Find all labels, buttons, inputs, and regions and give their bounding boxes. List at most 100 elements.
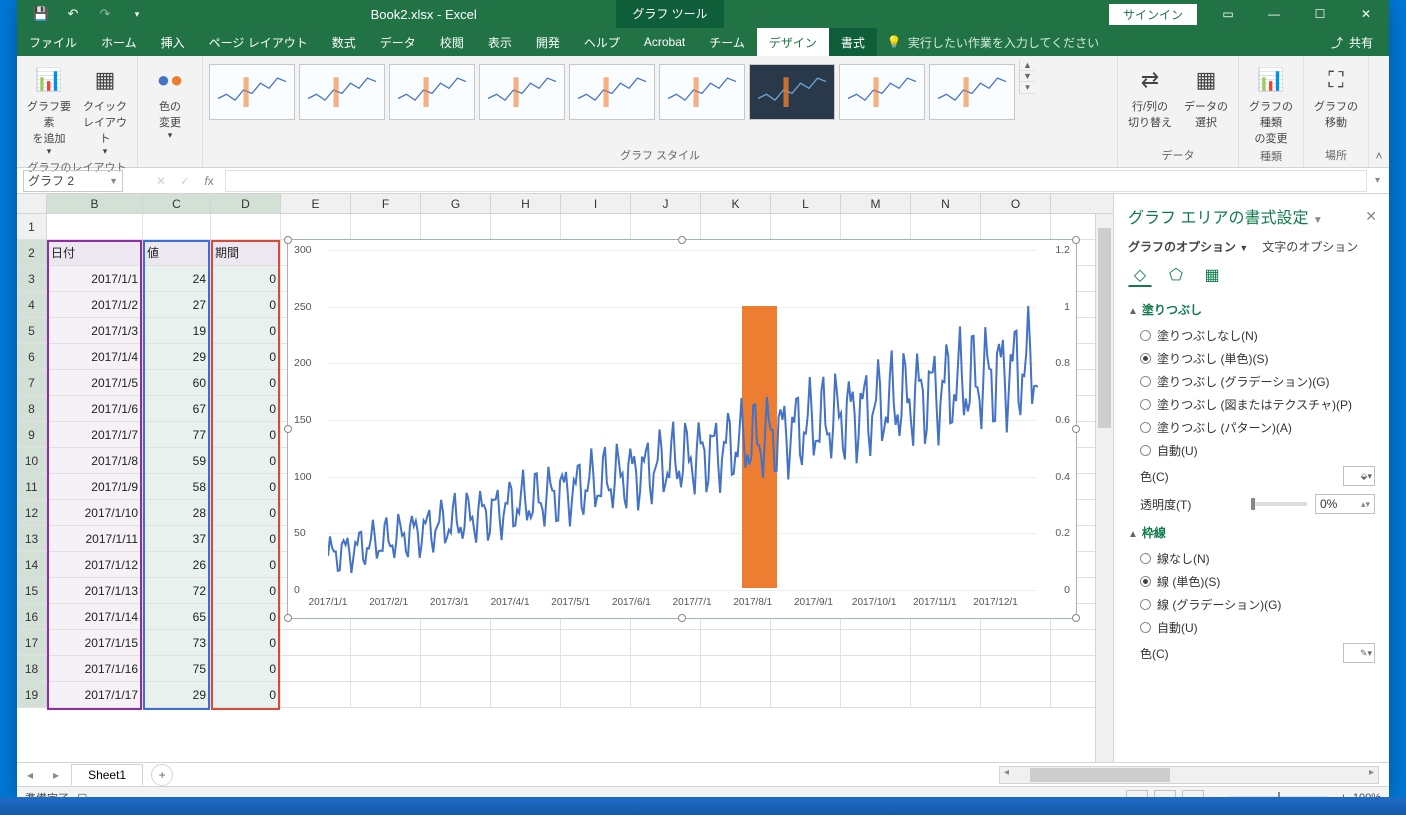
tab-developer[interactable]: 開発 — [524, 28, 572, 56]
tab-formulas[interactable]: 数式 — [320, 28, 368, 56]
chart-style-2[interactable] — [299, 64, 385, 120]
cancel-icon[interactable]: ✕ — [149, 174, 173, 188]
tab-review[interactable]: 校閲 — [428, 28, 476, 56]
expand-formula-icon[interactable]: ▾ — [1375, 175, 1389, 186]
sheet-nav-prev[interactable]: ◂ — [17, 768, 43, 782]
radio-fill-gradient[interactable]: 塗りつぶし (グラデーション)(G) — [1128, 370, 1375, 393]
section-line[interactable]: ▲枠線 — [1128, 524, 1375, 541]
cell[interactable]: 2017/1/14 — [47, 604, 143, 629]
row-header[interactable]: 18 — [17, 656, 47, 681]
cell[interactable]: 0 — [211, 526, 281, 551]
cell[interactable]: 0 — [211, 448, 281, 473]
chart-series-line[interactable] — [328, 306, 1038, 573]
change-colors-button[interactable]: ●● 色の 変更▾ — [144, 60, 196, 141]
pane-close-icon[interactable]: ✕ — [1365, 208, 1377, 225]
cell[interactable]: 2017/1/7 — [47, 422, 143, 447]
pane-tab-text-options[interactable]: 文字のオプション — [1262, 238, 1358, 255]
cell[interactable]: 28 — [143, 500, 211, 525]
col-header-I[interactable]: I — [561, 194, 631, 213]
cell[interactable]: 2017/1/11 — [47, 526, 143, 551]
cell[interactable]: 2017/1/4 — [47, 344, 143, 369]
radio-fill-none[interactable]: 塗りつぶしなし(N) — [1128, 324, 1375, 347]
tab-view[interactable]: 表示 — [476, 28, 524, 56]
transparency-slider[interactable] — [1251, 502, 1307, 506]
close-icon[interactable]: ✕ — [1343, 0, 1389, 28]
chart-style-3[interactable] — [389, 64, 475, 120]
scrollbar-thumb[interactable] — [1030, 768, 1170, 782]
collapse-ribbon-icon[interactable]: ˄ — [1369, 149, 1389, 167]
radio-fill-auto[interactable]: 自動(U) — [1128, 439, 1375, 462]
chart-style-5[interactable] — [569, 64, 655, 120]
cell[interactable]: 58 — [143, 474, 211, 499]
row-header[interactable]: 5 — [17, 318, 47, 343]
row-header[interactable]: 17 — [17, 630, 47, 655]
cell[interactable]: 値 — [143, 240, 211, 265]
cell[interactable]: 77 — [143, 422, 211, 447]
save-icon[interactable]: 💾 — [27, 2, 55, 26]
row-header[interactable]: 1 — [17, 214, 47, 239]
cell[interactable]: 29 — [143, 682, 211, 707]
row-header[interactable]: 2 — [17, 240, 47, 265]
cell[interactable]: 2017/1/6 — [47, 396, 143, 421]
cell[interactable]: 0 — [211, 370, 281, 395]
cell[interactable]: 2017/1/15 — [47, 630, 143, 655]
cell[interactable]: 0 — [211, 552, 281, 577]
ribbon-display-icon[interactable]: ▭ — [1205, 0, 1251, 28]
cell[interactable]: 0 — [211, 578, 281, 603]
fill-line-icon[interactable]: ◇ — [1128, 263, 1152, 287]
cell[interactable]: 0 — [211, 630, 281, 655]
pane-tab-chart-options[interactable]: グラフのオプション ▼ — [1128, 238, 1248, 255]
tab-acrobat[interactable]: Acrobat — [632, 28, 697, 56]
select-all-corner[interactable] — [17, 194, 47, 213]
col-header-O[interactable]: O — [981, 194, 1051, 213]
vertical-scrollbar[interactable] — [1095, 214, 1113, 762]
cell[interactable]: 19 — [143, 318, 211, 343]
cell[interactable]: 2017/1/9 — [47, 474, 143, 499]
row-header[interactable]: 6 — [17, 344, 47, 369]
add-sheet-button[interactable]: + — [151, 764, 173, 786]
col-header-L[interactable]: L — [771, 194, 841, 213]
chart-style-9[interactable] — [929, 64, 1015, 120]
cell[interactable]: 0 — [211, 396, 281, 421]
tab-data[interactable]: データ — [368, 28, 428, 56]
row-header[interactable]: 16 — [17, 604, 47, 629]
sheet-nav-next[interactable]: ▸ — [43, 768, 69, 782]
row-header[interactable]: 10 — [17, 448, 47, 473]
col-header-F[interactable]: F — [351, 194, 421, 213]
tab-page-layout[interactable]: ページ レイアウト — [197, 28, 320, 56]
tab-insert[interactable]: 挿入 — [149, 28, 197, 56]
cell[interactable]: 2017/1/17 — [47, 682, 143, 707]
cell[interactable]: 0 — [211, 318, 281, 343]
fx-icon[interactable]: fx — [197, 174, 221, 188]
scrollbar-thumb[interactable] — [1098, 228, 1111, 428]
cell[interactable]: 67 — [143, 396, 211, 421]
row-header[interactable]: 19 — [17, 682, 47, 707]
cell[interactable]: 0 — [211, 604, 281, 629]
cell[interactable]: 37 — [143, 526, 211, 551]
name-box[interactable]: グラフ 2 ▼ — [23, 170, 123, 192]
chart-style-8[interactable] — [839, 64, 925, 120]
radio-fill-picture[interactable]: 塗りつぶし (図またはテクスチャ)(P) — [1128, 393, 1375, 416]
add-chart-element-button[interactable]: 📊 グラフ要素 を追加▾ — [23, 60, 75, 157]
name-box-dropdown-icon[interactable]: ▼ — [109, 176, 118, 186]
tab-help[interactable]: ヘルプ — [572, 28, 632, 56]
cell[interactable]: 0 — [211, 656, 281, 681]
cell[interactable]: 24 — [143, 266, 211, 291]
chart-style-6[interactable] — [659, 64, 745, 120]
radio-fill-solid[interactable]: 塗りつぶし (単色)(S) — [1128, 347, 1375, 370]
cell[interactable]: 0 — [211, 422, 281, 447]
cell[interactable]: 2017/1/13 — [47, 578, 143, 603]
col-header-H[interactable]: H — [491, 194, 561, 213]
row-header[interactable]: 4 — [17, 292, 47, 317]
minimize-icon[interactable]: — — [1251, 0, 1297, 28]
cell[interactable]: 0 — [211, 292, 281, 317]
cell[interactable]: 29 — [143, 344, 211, 369]
col-header-M[interactable]: M — [841, 194, 911, 213]
cell[interactable]: 27 — [143, 292, 211, 317]
tab-file[interactable]: ファイル — [17, 28, 89, 56]
col-header-J[interactable]: J — [631, 194, 701, 213]
cell[interactable]: 65 — [143, 604, 211, 629]
cell[interactable]: 2017/1/12 — [47, 552, 143, 577]
cell[interactable]: 59 — [143, 448, 211, 473]
radio-fill-pattern[interactable]: 塗りつぶし (パターン)(A) — [1128, 416, 1375, 439]
